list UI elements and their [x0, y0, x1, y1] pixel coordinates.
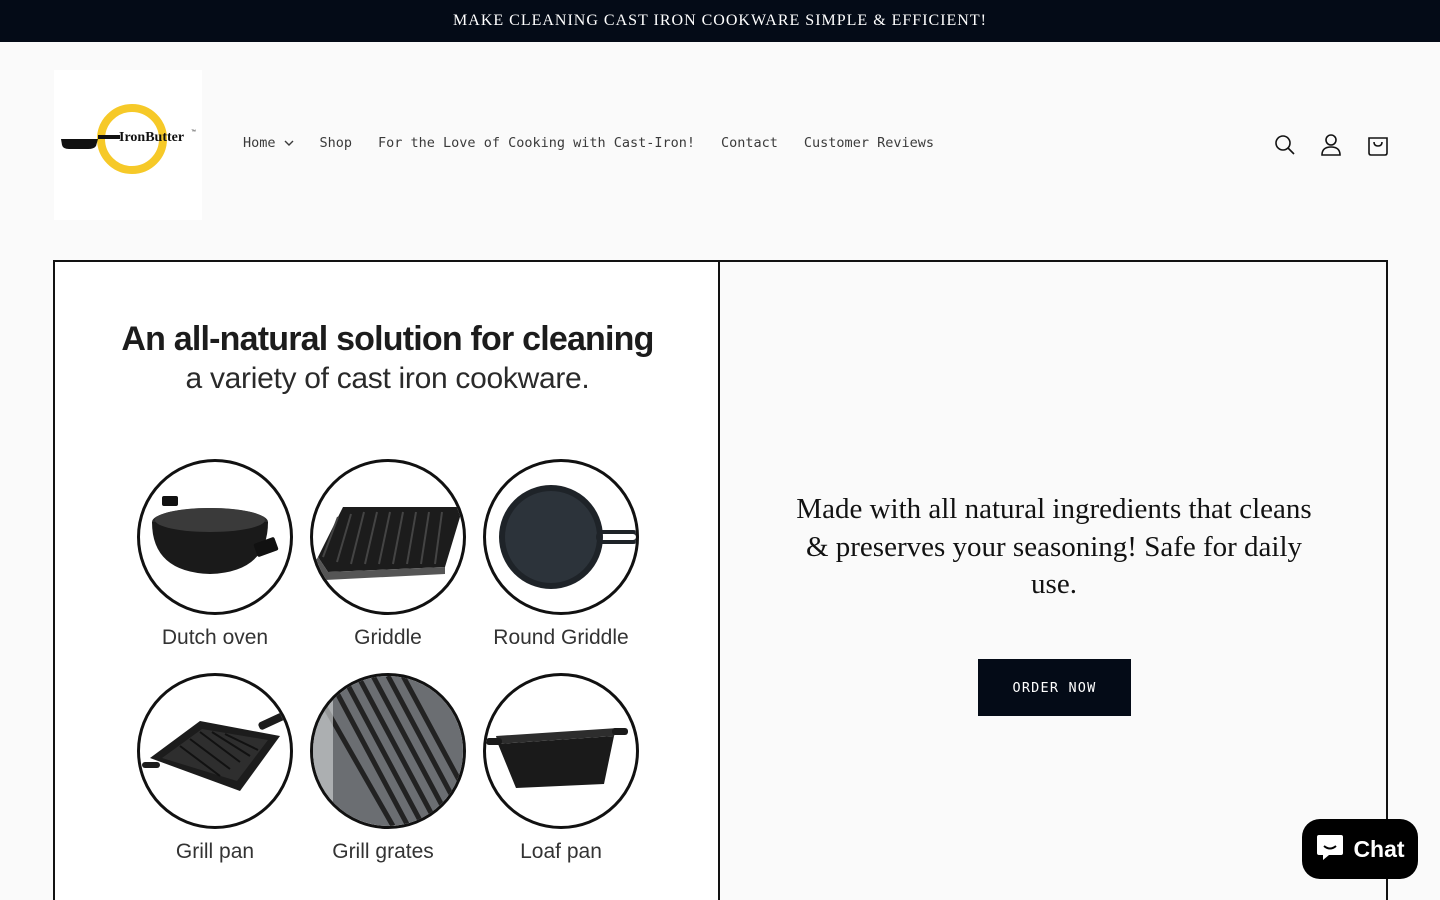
order-now-button[interactable]: ORDER NOW — [978, 659, 1131, 716]
promo-image: An all-natural solution for cleaning a v… — [55, 262, 720, 900]
nav-contact-label: Contact — [721, 135, 778, 151]
nav-home[interactable]: Home — [243, 135, 294, 151]
main-nav: Home Shop For the Love of Cooking with C… — [243, 135, 960, 151]
round-griddle-label: Round Griddle — [493, 626, 629, 649]
griddle-label: Griddle — [354, 626, 422, 649]
promo-subtitle: a variety of cast iron cookware. — [185, 362, 590, 395]
nav-love-of-cooking[interactable]: For the Love of Cooking with Cast-Iron! — [378, 135, 695, 151]
chat-bubble-icon — [1315, 833, 1345, 865]
svg-text:™: ™ — [191, 129, 196, 135]
loaf-pan-label: Loaf pan — [520, 840, 602, 863]
grill-pan-image — [137, 673, 293, 829]
nav-contact[interactable]: Contact — [721, 135, 778, 151]
chat-label: Chat — [1353, 835, 1405, 862]
grill-grates-image — [310, 673, 466, 829]
hero-tagline: Made with all natural ingredients that c… — [796, 493, 1312, 600]
account-icon[interactable] — [1316, 132, 1346, 158]
logo-text: IronButter — [119, 130, 184, 145]
ironbutter-logo-icon: IronButter ™ — [61, 104, 196, 174]
nav-shop-label: Shop — [319, 135, 353, 151]
chat-button[interactable]: Chat — [1302, 819, 1418, 879]
announcement-bar: MAKE CLEANING CAST IRON COOKWARE SIMPLE … — [0, 0, 1440, 42]
nav-shop[interactable]: Shop — [320, 135, 353, 151]
hero-content: Made with all natural ingredients that c… — [722, 262, 1386, 900]
nav-customer-reviews[interactable]: Customer Reviews — [804, 135, 934, 151]
search-icon[interactable] — [1270, 132, 1300, 158]
brand-logo[interactable]: IronButter ™ — [54, 70, 202, 220]
grill-grates-label: Grill grates — [332, 840, 434, 863]
announcement-text: MAKE CLEANING CAST IRON COOKWARE SIMPLE … — [453, 12, 987, 29]
nav-love-of-cooking-label: For the Love of Cooking with Cast-Iron! — [378, 135, 696, 151]
site-header: IronButter ™ Home Shop For the Love of C… — [0, 42, 1440, 248]
loaf-pan-image — [483, 673, 639, 829]
griddle-image — [310, 459, 466, 615]
dutch-oven-image — [137, 459, 293, 615]
round-griddle-image — [483, 459, 639, 615]
hero-banner: An all-natural solution for cleaning a v… — [53, 260, 1388, 900]
chevron-down-icon — [284, 140, 294, 146]
nav-customer-reviews-label: Customer Reviews — [803, 135, 934, 151]
promo-title: An all-natural solution for cleaning — [121, 320, 654, 358]
dutch-oven-label: Dutch oven — [161, 626, 269, 649]
nav-home-label: Home — [243, 135, 276, 151]
header-icons — [1270, 132, 1393, 158]
cart-icon[interactable] — [1363, 132, 1393, 158]
